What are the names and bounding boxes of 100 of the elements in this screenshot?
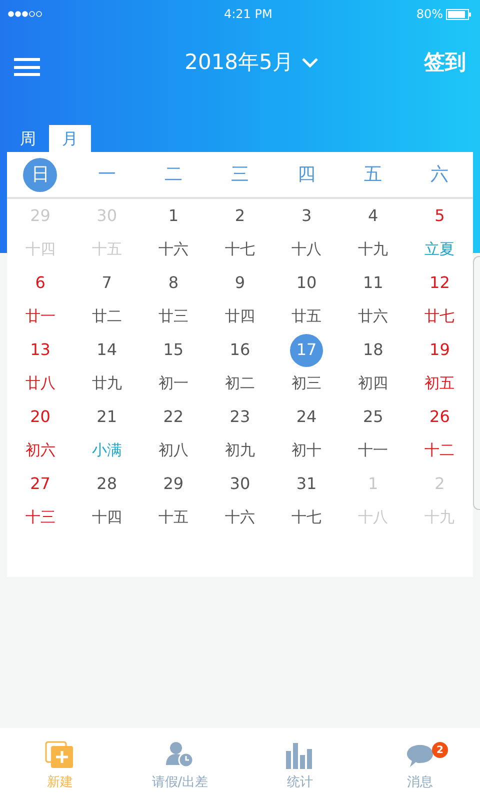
lunar-date: 初六 bbox=[25, 440, 56, 462]
day-cell[interactable]: 3 十八 bbox=[273, 199, 340, 266]
day-cell[interactable]: 27 十三 bbox=[7, 467, 74, 534]
lunar-date: 十八 bbox=[292, 239, 322, 260]
lunar-date: 十三 bbox=[25, 507, 56, 528]
weekday-label: 一 bbox=[96, 163, 117, 187]
lunar-date: 十一 bbox=[358, 440, 388, 462]
lunar-date: 廿五 bbox=[292, 306, 322, 328]
lunar-date: 十二 bbox=[424, 440, 455, 462]
lunar-date: 初八 bbox=[158, 440, 188, 462]
day-cell[interactable]: 28 十四 bbox=[74, 467, 140, 534]
weekday-label: 日 bbox=[23, 158, 58, 192]
nav-tab[interactable]: 消息 2 bbox=[360, 728, 480, 800]
day-number: 8 bbox=[167, 272, 180, 294]
day-cell[interactable]: 16 初二 bbox=[206, 333, 274, 400]
day-cell[interactable]: 6 廿一 bbox=[7, 266, 74, 333]
day-cell[interactable]: 17 初三 bbox=[273, 333, 340, 400]
day-number: 26 bbox=[428, 406, 451, 428]
day-number: 23 bbox=[228, 406, 252, 428]
lunar-date: 十六 bbox=[158, 239, 188, 260]
add-icon bbox=[45, 740, 75, 768]
lunar-date: 初三 bbox=[292, 373, 322, 394]
lunar-date: 立夏 bbox=[424, 239, 455, 260]
unread-badge: 2 bbox=[432, 742, 448, 758]
battery-icon bbox=[446, 8, 472, 20]
day-cell[interactable]: 23 初九 bbox=[206, 400, 274, 467]
lunar-date: 廿九 bbox=[92, 373, 122, 394]
weekday-label: 二 bbox=[163, 163, 184, 187]
view-tab[interactable]: 周 bbox=[7, 125, 49, 152]
day-number: 9 bbox=[234, 272, 246, 294]
day-cell[interactable]: 29 十五 bbox=[140, 467, 207, 534]
lunar-date: 初二 bbox=[224, 373, 255, 394]
day-cell[interactable]: 10 廿五 bbox=[273, 266, 340, 333]
lunar-date: 廿七 bbox=[424, 306, 455, 328]
day-cell[interactable]: 18 初四 bbox=[340, 333, 406, 400]
day-number: 24 bbox=[295, 406, 318, 428]
day-cell[interactable]: 5 立夏 bbox=[406, 199, 473, 266]
lunar-date: 十九 bbox=[358, 239, 388, 260]
day-number: 11 bbox=[362, 272, 384, 294]
day-number: 10 bbox=[295, 272, 318, 294]
day-number: 6 bbox=[34, 272, 46, 294]
status-time: 4:21 PM bbox=[224, 6, 272, 23]
day-number: 14 bbox=[96, 339, 118, 361]
lunar-date: 十四 bbox=[92, 507, 122, 528]
lunar-date: 十六 bbox=[224, 507, 255, 528]
day-cell[interactable]: 20 初六 bbox=[7, 400, 74, 467]
day-cell[interactable]: 13 廿八 bbox=[7, 333, 74, 400]
day-cell[interactable]: 19 初五 bbox=[406, 333, 473, 400]
day-number: 27 bbox=[29, 473, 52, 495]
day-number: 18 bbox=[362, 339, 384, 361]
day-number: 12 bbox=[428, 272, 451, 294]
day-cell[interactable]: 26 十二 bbox=[406, 400, 473, 467]
chat-bubble-icon bbox=[405, 742, 435, 768]
day-number: 16 bbox=[228, 339, 252, 361]
day-number: 13 bbox=[29, 339, 52, 361]
lunar-date: 十七 bbox=[224, 239, 255, 260]
day-cell[interactable]: 14 廿九 bbox=[74, 333, 140, 400]
lunar-date: 廿八 bbox=[25, 373, 56, 394]
drawer-handle[interactable] bbox=[473, 256, 480, 510]
day-number: 21 bbox=[96, 406, 118, 428]
day-cell[interactable]: 4 十九 bbox=[340, 199, 406, 266]
day-number: 1 bbox=[167, 205, 180, 227]
day-cell[interactable]: 22 初八 bbox=[140, 400, 207, 467]
day-number: 5 bbox=[434, 205, 446, 227]
bar-chart-icon bbox=[286, 742, 314, 768]
day-cell[interactable]: 2 十七 bbox=[206, 199, 274, 266]
day-number: 4 bbox=[367, 205, 380, 227]
day-number: 22 bbox=[162, 406, 185, 428]
menu-button[interactable] bbox=[14, 57, 40, 77]
day-cell[interactable]: 15 初一 bbox=[140, 333, 207, 400]
day-cell[interactable]: 7 廿二 bbox=[74, 266, 140, 333]
lunar-date: 廿六 bbox=[358, 306, 388, 328]
day-cell[interactable]: 30 十六 bbox=[206, 467, 274, 534]
day-cell[interactable]: 31 十七 bbox=[273, 467, 340, 534]
day-cell[interactable]: 8 廿三 bbox=[140, 266, 207, 333]
lunar-date: 十七 bbox=[292, 507, 322, 528]
day-cell[interactable]: 9 廿四 bbox=[206, 266, 274, 333]
day-number: 15 bbox=[162, 339, 185, 361]
weekday-label: 五 bbox=[363, 163, 384, 187]
day-number: 19 bbox=[428, 339, 451, 361]
lunar-date: 初九 bbox=[224, 440, 255, 462]
day-number: 31 bbox=[295, 473, 318, 495]
lunar-date: 廿三 bbox=[158, 306, 188, 328]
day-cell[interactable]: 1 十六 bbox=[140, 199, 207, 266]
day-number: 29 bbox=[162, 473, 185, 495]
day-number: 3 bbox=[300, 205, 313, 227]
lunar-date: 廿四 bbox=[224, 306, 255, 328]
lunar-date: 十五 bbox=[158, 507, 188, 528]
day-cell[interactable]: 24 初十 bbox=[273, 400, 340, 467]
day-cell[interactable]: 21 小满 bbox=[74, 400, 140, 467]
battery-percent: 80% bbox=[416, 6, 443, 23]
lunar-date: 初一 bbox=[158, 373, 188, 394]
lunar-date: 初四 bbox=[358, 373, 388, 394]
lunar-date: 廿二 bbox=[92, 306, 122, 328]
lunar-date: 初五 bbox=[424, 373, 455, 394]
day-cell[interactable]: 25 十一 bbox=[340, 400, 406, 467]
person-clock-icon bbox=[165, 740, 195, 768]
day-cell[interactable]: 11 廿六 bbox=[340, 266, 406, 333]
day-cell[interactable]: 12 廿七 bbox=[406, 266, 473, 333]
day-number: 7 bbox=[100, 272, 113, 294]
